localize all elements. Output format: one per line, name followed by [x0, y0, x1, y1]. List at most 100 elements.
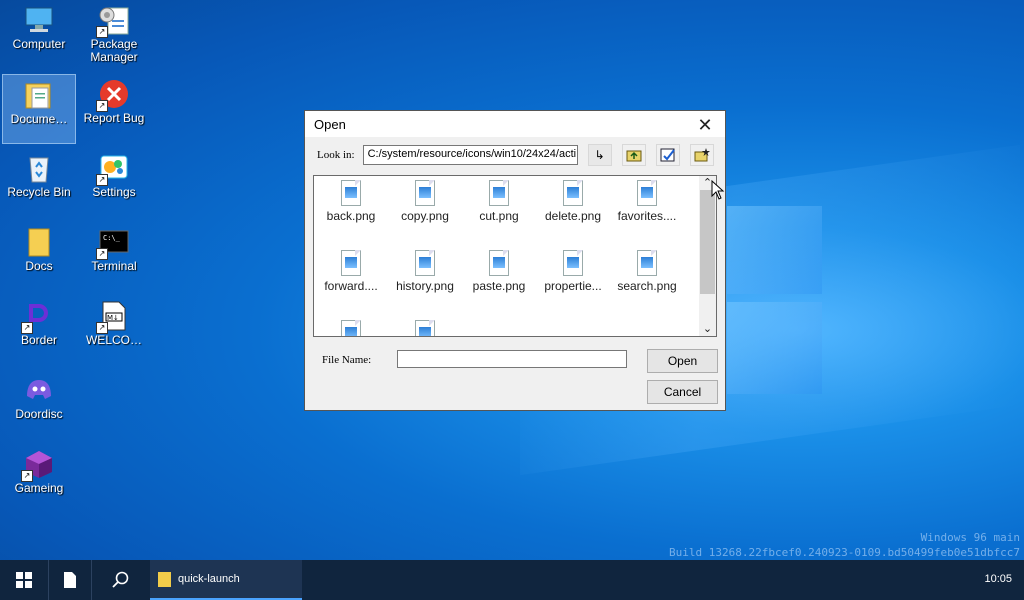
desktop-icon[interactable]: ↗ Package Manager [77, 0, 151, 70]
file-item[interactable] [390, 320, 460, 336]
new-folder-icon[interactable] [689, 144, 714, 166]
image-file-icon [415, 180, 435, 206]
desktop-icon[interactable]: ↗ Gameing [2, 444, 76, 514]
close-icon[interactable]: ✕ [695, 115, 715, 136]
open-button[interactable]: Open [647, 349, 718, 373]
desktop-icon[interactable]: C:\_ ↗ Terminal [77, 222, 151, 292]
computer-icon [23, 4, 55, 36]
open-file-dialog: Open ✕ Look in: C:/system/resource/icons… [304, 110, 726, 411]
desktop-icon-label: Package Manager [90, 37, 138, 64]
wallpaper-logo-pane [727, 206, 822, 294]
scroll-down-icon[interactable]: ⌄ [699, 322, 716, 336]
search-icon [112, 571, 129, 588]
desktop-icon-label: Computer [12, 37, 66, 51]
shortcut-arrow-icon: ↗ [96, 174, 108, 186]
image-file-icon [637, 180, 657, 206]
image-file-icon [341, 320, 361, 336]
terminal-icon: C:\_ ↗ [96, 226, 130, 260]
search-button[interactable] [92, 560, 150, 600]
shortcut-arrow-icon: ↗ [21, 322, 33, 334]
start-button[interactable] [0, 560, 48, 600]
desktop-icon[interactable]: Docs [2, 222, 76, 292]
settings-icon: ↗ [96, 152, 130, 186]
border-app-icon: ↗ [21, 300, 55, 334]
list-view-icon[interactable] [655, 144, 680, 166]
image-file-icon [341, 180, 361, 206]
shortcut-arrow-icon: ↗ [96, 26, 108, 38]
file-name-input[interactable] [397, 350, 627, 368]
taskbar-item-quick-launch[interactable]: quick-launch [150, 560, 302, 600]
image-file-icon [415, 250, 435, 276]
file-item[interactable]: propertie... [538, 250, 608, 293]
desktop-icon-label: Gameing [14, 481, 64, 495]
taskbar: quick-launch 10:05 [0, 560, 1024, 600]
file-name-label: File Name: [322, 354, 372, 366]
up-folder-icon[interactable] [621, 144, 646, 166]
document-icon [64, 572, 76, 588]
file-item[interactable]: search.png [612, 250, 682, 293]
image-file-icon [489, 250, 509, 276]
image-file-icon [563, 180, 583, 206]
file-item[interactable]: copy.png [390, 180, 460, 223]
desktop-icon-label: Docume… [10, 112, 68, 126]
desktop-icon[interactable]: ↗ Settings [77, 148, 151, 218]
svg-text:C:\_: C:\_ [103, 234, 121, 242]
file-name: copy.png [401, 209, 449, 223]
shortcut-arrow-icon: ↗ [96, 100, 108, 112]
desktop-icon-label: Doordisc [15, 407, 63, 421]
file-name: cut.png [479, 209, 519, 223]
folder-icon [23, 226, 55, 258]
desktop-icon-label: Docs [25, 259, 53, 273]
desktop-icon-label: Border [20, 333, 58, 347]
file-list[interactable]: back.png copy.png cut.png delete.png favorit… [313, 175, 717, 337]
recycle-bin-icon [23, 152, 55, 184]
dialog-title: Open [305, 111, 725, 137]
file-item[interactable] [316, 320, 386, 336]
file-name: back.png [326, 209, 376, 223]
cancel-button[interactable]: Cancel [647, 380, 718, 404]
desktop-icon[interactable]: ↗ Border [2, 296, 76, 366]
package-manager-icon: ↗ [96, 4, 130, 38]
desktop-icon[interactable]: ↗ Report Bug [77, 74, 151, 144]
file-name: paste.png [472, 279, 526, 293]
path-input[interactable]: C:/system/resource/icons/win10/24x24/act… [362, 145, 578, 165]
look-in-row: Look in: C:/system/resource/icons/win10/… [317, 144, 717, 166]
desktop-icon[interactable]: Recycle Bin [2, 148, 76, 218]
discord-icon [23, 374, 55, 406]
file-name: history.png [396, 279, 454, 293]
scrollbar-thumb[interactable] [700, 190, 715, 294]
look-in-label: Look in: [317, 149, 355, 161]
file-item[interactable]: back.png [316, 180, 386, 223]
desktop-icon[interactable]: Computer [2, 0, 76, 70]
file-name: propertie... [544, 279, 602, 293]
shortcut-arrow-icon: ↗ [96, 248, 108, 260]
show-desktop-button[interactable] [49, 560, 91, 600]
file-item[interactable]: forward.... [316, 250, 386, 293]
svg-text:M↓: M↓ [107, 314, 119, 322]
file-name: delete.png [544, 209, 602, 223]
file-item[interactable]: delete.png [538, 180, 608, 223]
folder-documents-icon [23, 79, 55, 111]
go-arrow-icon[interactable]: ↳ [587, 144, 612, 166]
file-item[interactable]: cut.png [464, 180, 534, 223]
desktop-icon[interactable]: Docume… [2, 74, 76, 144]
wallpaper-logo-pane [727, 302, 822, 394]
windows-logo-icon [16, 572, 32, 588]
desktop-icon[interactable]: M↓ ↗ WELCO… [77, 296, 151, 366]
image-file-icon [489, 180, 509, 206]
file-name: forward.... [324, 279, 378, 293]
desktop-icon-label: Settings [92, 185, 136, 199]
file-item[interactable]: favorites.... [612, 180, 682, 223]
image-file-icon [341, 250, 361, 276]
markdown-file-icon: M↓ ↗ [96, 300, 130, 334]
clock[interactable]: 10:05 [984, 573, 1012, 585]
watermark-build: Build 13268.22fbcef0.240923-0109.bd50499… [669, 546, 1020, 559]
file-item[interactable]: history.png [390, 250, 460, 293]
desktop-icon-label: WELCO… [85, 333, 142, 347]
file-name: search.png [617, 279, 677, 293]
file-item[interactable]: paste.png [464, 250, 534, 293]
cube-game-icon: ↗ [21, 448, 55, 482]
desktop-icon-label: Report Bug [83, 111, 145, 125]
report-bug-icon: ↗ [96, 78, 130, 112]
desktop-icon[interactable]: Doordisc [2, 370, 76, 440]
